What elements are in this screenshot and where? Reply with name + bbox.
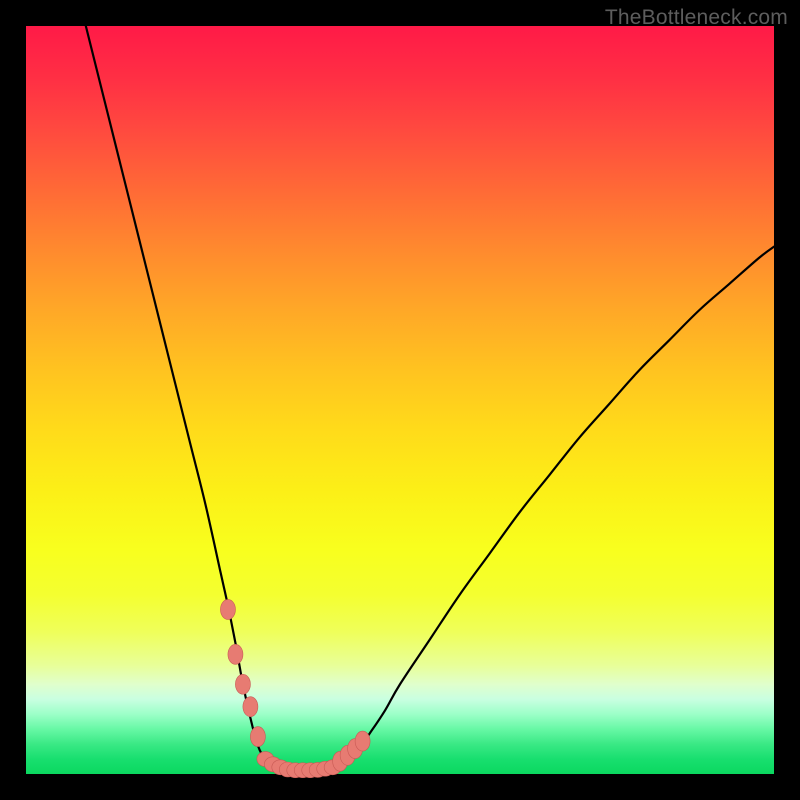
chart-svg [26,26,774,774]
curve-path-right [340,247,774,767]
data-marker [220,599,235,619]
chart-frame: TheBottleneck.com [0,0,800,800]
data-marker [355,731,370,751]
data-marker [250,727,265,747]
data-marker [243,697,258,717]
watermark-text: TheBottleneck.com [605,6,788,30]
plot-area [26,26,774,774]
curve-group [86,26,774,771]
data-marker [235,674,250,694]
data-marker [228,644,243,664]
marker-group [220,599,370,777]
curve-path-left [86,26,295,770]
